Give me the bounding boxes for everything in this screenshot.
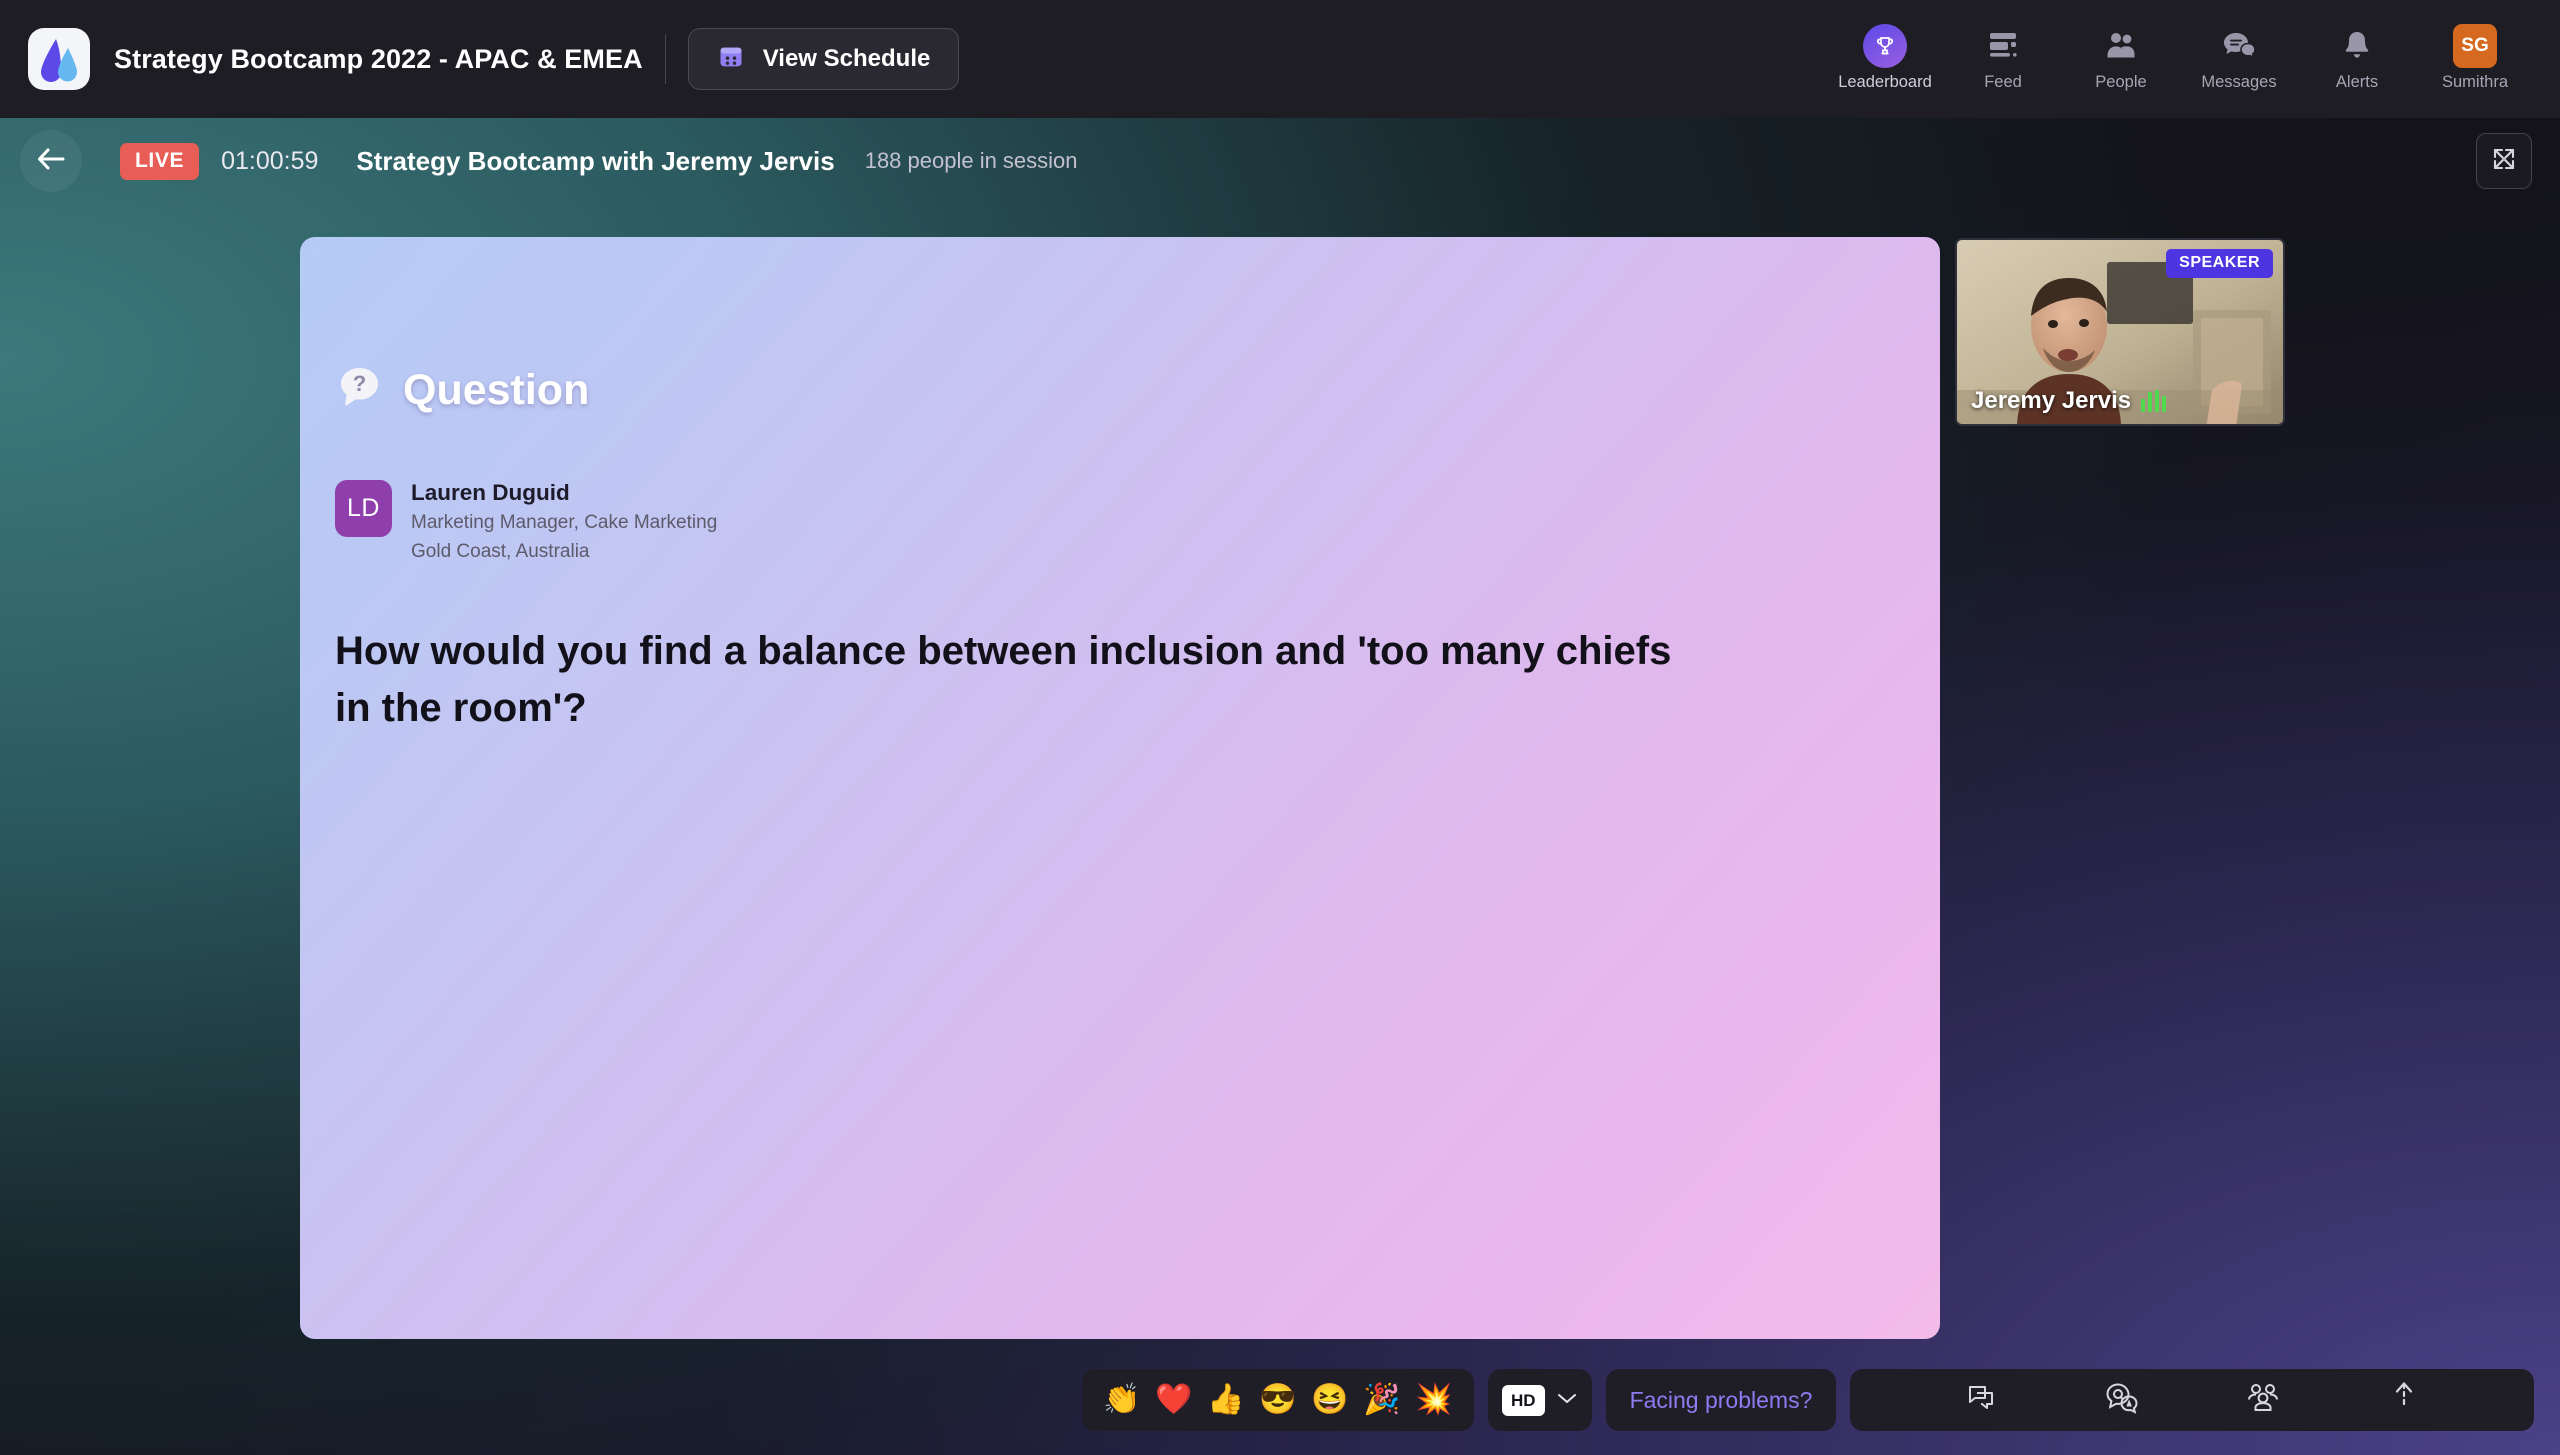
- back-button[interactable]: [20, 130, 82, 192]
- heart-icon: ❤️: [1155, 1383, 1193, 1416]
- live-session-app: Strategy Bootcamp 2022 - APAC & EMEA Vie…: [0, 0, 2560, 1455]
- party-popper-icon: 🎉: [1363, 1383, 1401, 1416]
- nav-item-leaderboard[interactable]: Leaderboard: [1826, 0, 1944, 118]
- nav-label-profile: Sumithra: [2441, 73, 2509, 91]
- author-name: Lauren Duguid: [411, 480, 570, 505]
- calendar-icon: [717, 43, 745, 76]
- session-attendee-count: 188 people in session: [864, 148, 1078, 173]
- clap-reaction-button[interactable]: 👏: [1099, 1377, 1145, 1423]
- question-bubble-icon: ?: [336, 364, 383, 416]
- session-info-bar: LIVE 01:00:59 Strategy Bootcamp with Jer…: [0, 118, 2560, 204]
- share-up-icon: [2389, 1380, 2419, 1421]
- question-card: ? Question LD Lauren Duguid Marketing Ma…: [300, 237, 1940, 1339]
- share-button[interactable]: [2374, 1372, 2434, 1428]
- live-badge: LIVE: [120, 142, 200, 180]
- session-timer: 01:00:59: [221, 146, 319, 175]
- author-text-block: Lauren Duguid Marketing Manager, Cake Ma…: [411, 480, 717, 564]
- quality-label: HD: [1502, 1384, 1545, 1416]
- participants-icon: [2245, 1382, 2281, 1419]
- avatar-initials: SG: [2453, 24, 2497, 68]
- participants-button[interactable]: [2233, 1372, 2293, 1428]
- reactions-group: 👏 ❤️ 👍 😎 😆 🎉 💥: [1082, 1369, 1474, 1431]
- speaker-badge: SPEAKER: [2166, 249, 2273, 278]
- chat-button[interactable]: [1951, 1372, 2011, 1428]
- avatar: SG: [2453, 24, 2497, 68]
- qa-icon: [2104, 1381, 2140, 1420]
- svg-text:?: ?: [353, 371, 366, 396]
- app-logo-droplet-icon[interactable]: [28, 28, 90, 90]
- laughing-face-icon: 😆: [1311, 1383, 1349, 1416]
- people-icon: [2104, 26, 2138, 66]
- nav-item-people[interactable]: People: [2062, 0, 2180, 118]
- header-nav: Leaderboard Feed People Messages Alerts …: [1826, 0, 2560, 118]
- speaker-video-tile[interactable]: SPEAKER Jeremy Jervis: [1955, 238, 2285, 426]
- audio-level-bars-icon: [2141, 390, 2167, 412]
- question-text: How would you find a balance between inc…: [335, 629, 1672, 730]
- question-heading: Question: [403, 365, 590, 414]
- video-quality-selector[interactable]: HD: [1488, 1369, 1592, 1431]
- speaker-name-row: Jeremy Jervis: [1971, 387, 2167, 415]
- header-divider: [664, 34, 666, 84]
- question-author: LD Lauren Duguid Marketing Manager, Cake…: [335, 480, 717, 564]
- top-header: Strategy Bootcamp 2022 - APAC & EMEA Vie…: [0, 0, 2560, 118]
- laugh-reaction-button[interactable]: 😆: [1307, 1377, 1353, 1423]
- trophy-icon: [1863, 24, 1907, 68]
- nav-item-alerts[interactable]: Alerts: [2298, 0, 2416, 118]
- author-role: Marketing Manager, Cake Marketing: [411, 511, 718, 533]
- trophy-icon-wrap: [1863, 24, 1907, 68]
- thumbs-up-icon: 👍: [1207, 1383, 1245, 1416]
- heart-reaction-button[interactable]: ❤️: [1151, 1377, 1197, 1423]
- facing-problems-button[interactable]: Facing problems?: [1605, 1369, 1837, 1431]
- session-title: Strategy Bootcamp with Jeremy Jervis: [356, 145, 835, 176]
- back-arrow-icon: [35, 146, 67, 177]
- nav-label-leaderboard: Leaderboard: [1838, 73, 1932, 91]
- feed-icon: [1986, 26, 2020, 66]
- cool-face-icon: 😎: [1259, 1383, 1297, 1416]
- party-reaction-button[interactable]: 🎉: [1359, 1377, 1405, 1423]
- nav-label-alerts: Alerts: [2335, 73, 2379, 91]
- nav-label-people: People: [2095, 73, 2147, 91]
- clap-icon: 👏: [1103, 1383, 1141, 1416]
- facing-problems-label: Facing problems?: [1629, 1386, 1813, 1413]
- fullscreen-button[interactable]: [2476, 133, 2532, 189]
- view-schedule-button[interactable]: View Schedule: [687, 28, 960, 90]
- session-toolbar: 👏 ❤️ 👍 😎 😆 🎉 💥 HD Facing problems?: [0, 1345, 2560, 1455]
- question-heading-row: ? Question: [336, 364, 589, 416]
- fullscreen-expand-icon: [2491, 146, 2517, 177]
- view-schedule-label: View Schedule: [762, 45, 931, 72]
- messages-icon: [2221, 26, 2257, 66]
- nav-item-feed[interactable]: Feed: [1944, 0, 2062, 118]
- bell-icon: [2342, 26, 2372, 66]
- chevron-down-icon: [1556, 1391, 1578, 1410]
- author-avatar-initials: LD: [335, 480, 392, 537]
- thumbs-up-reaction-button[interactable]: 👍: [1203, 1377, 1249, 1423]
- speaker-name: Jeremy Jervis: [1971, 387, 2132, 414]
- nav-label-feed: Feed: [1984, 73, 2022, 91]
- nav-item-profile[interactable]: SG Sumithra: [2416, 0, 2534, 118]
- nav-item-messages[interactable]: Messages: [2180, 0, 2298, 118]
- cool-reaction-button[interactable]: 😎: [1255, 1377, 1301, 1423]
- session-tools-group: [1850, 1369, 2534, 1431]
- wow-burst-icon: 💥: [1415, 1383, 1453, 1416]
- brand-block: Strategy Bootcamp 2022 - APAC & EMEA: [0, 28, 643, 90]
- qa-button[interactable]: [2092, 1372, 2152, 1428]
- nav-label-messages: Messages: [2201, 73, 2277, 91]
- chat-icon: [1964, 1381, 1998, 1420]
- wow-reaction-button[interactable]: 💥: [1411, 1377, 1457, 1423]
- author-location: Gold Coast, Australia: [411, 540, 590, 562]
- event-title: Strategy Bootcamp 2022 - APAC & EMEA: [114, 43, 643, 74]
